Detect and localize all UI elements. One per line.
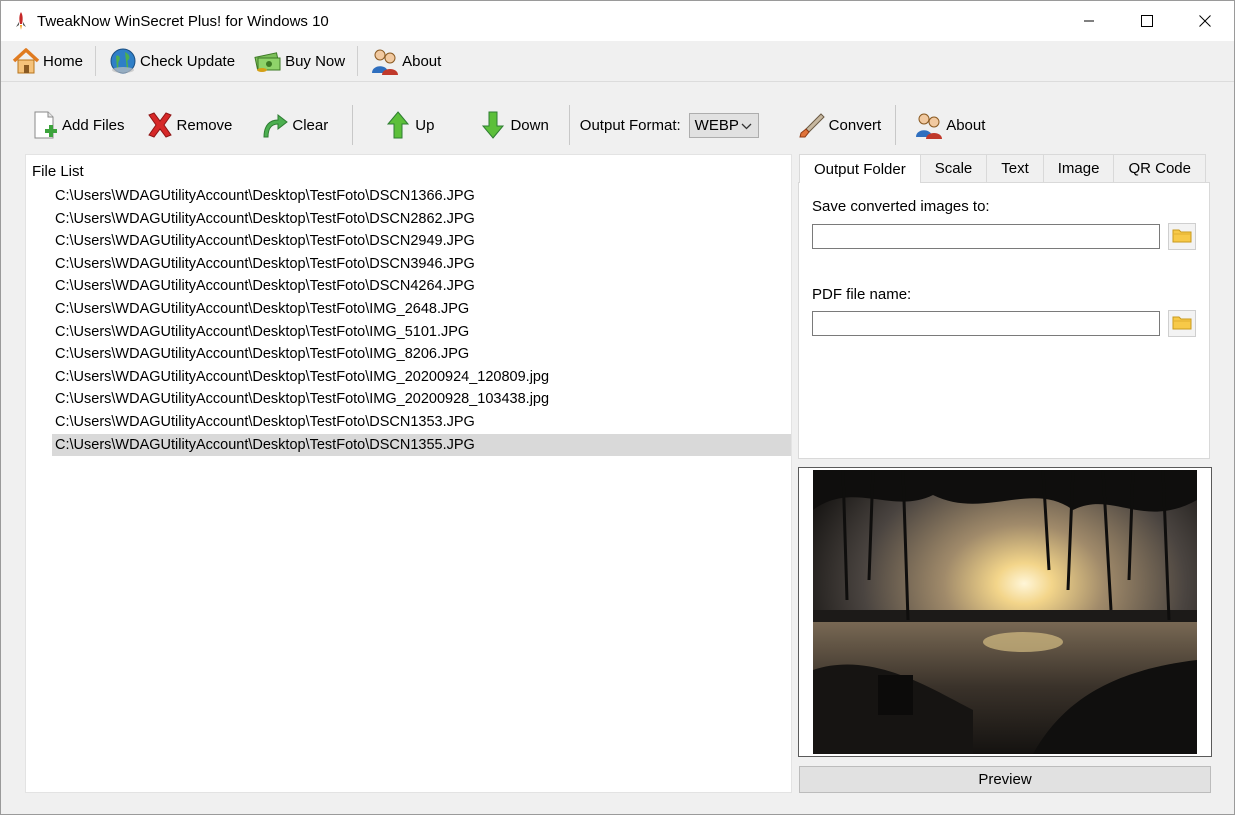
minimize-button[interactable] bbox=[1060, 1, 1118, 41]
clear-button[interactable]: Clear bbox=[260, 105, 328, 145]
add-file-icon bbox=[30, 109, 60, 141]
menu-home-label: Home bbox=[43, 52, 84, 70]
file-list-item[interactable]: C:\Users\WDAGUtilityAccount\Desktop\Test… bbox=[52, 208, 791, 231]
menu-check-update-button[interactable]: Check Update bbox=[102, 42, 241, 80]
home-icon bbox=[11, 46, 41, 76]
file-list-item[interactable]: C:\Users\WDAGUtilityAccount\Desktop\Test… bbox=[52, 366, 791, 389]
output-folder-panel: Save converted images to: PDF file name: bbox=[798, 182, 1210, 459]
file-list: C:\Users\WDAGUtilityAccount\Desktop\Test… bbox=[52, 185, 791, 457]
add-files-button[interactable]: Add Files bbox=[30, 105, 125, 145]
tab-output-folder[interactable]: Output Folder bbox=[799, 154, 921, 183]
window-controls bbox=[1060, 1, 1234, 41]
down-button[interactable]: Down bbox=[478, 105, 549, 145]
menu-about-label: About bbox=[402, 52, 442, 70]
file-list-item[interactable]: C:\Users\WDAGUtilityAccount\Desktop\Test… bbox=[52, 343, 791, 366]
remove-label: Remove bbox=[176, 116, 233, 134]
save-folder-input[interactable] bbox=[812, 224, 1160, 249]
arrow-down-icon bbox=[478, 109, 508, 141]
money-icon bbox=[253, 46, 283, 76]
main-menu-bar: Home Check Update Buy Now About bbox=[1, 41, 1234, 82]
app-window: TweakNow WinSecret Plus! for Windows 10 bbox=[0, 0, 1235, 815]
window-title: TweakNow WinSecret Plus! for Windows 10 bbox=[37, 12, 329, 30]
maximize-icon bbox=[1141, 15, 1153, 27]
arrow-up-icon bbox=[383, 109, 413, 141]
minimize-icon bbox=[1084, 20, 1094, 22]
file-list-item[interactable]: C:\Users\WDAGUtilityAccount\Desktop\Test… bbox=[52, 275, 791, 298]
file-list-item[interactable]: C:\Users\WDAGUtilityAccount\Desktop\Test… bbox=[52, 433, 791, 457]
file-list-item[interactable]: C:\Users\WDAGUtilityAccount\Desktop\Test… bbox=[52, 230, 791, 253]
toolbar-separator bbox=[568, 105, 570, 145]
folder-icon bbox=[1172, 227, 1192, 247]
output-format-label: Output Format: bbox=[579, 116, 681, 134]
settings-tabs: Output Folder Scale Text Image QR Code bbox=[799, 154, 1206, 183]
file-list-item[interactable]: C:\Users\WDAGUtilityAccount\Desktop\Test… bbox=[52, 388, 791, 411]
menu-about-button[interactable]: About bbox=[364, 42, 447, 80]
action-toolbar: Add Files Remove Clear Up Down Output Fo… bbox=[1, 97, 1234, 153]
clear-label: Clear bbox=[292, 116, 329, 134]
down-label: Down bbox=[510, 116, 549, 134]
remove-button[interactable]: Remove bbox=[145, 105, 233, 145]
users-icon bbox=[370, 46, 400, 76]
add-files-label: Add Files bbox=[62, 116, 125, 134]
file-list-header: File List bbox=[32, 163, 84, 180]
close-button[interactable] bbox=[1176, 1, 1234, 41]
convert-brush-icon bbox=[797, 109, 827, 141]
toolbar-separator bbox=[352, 105, 354, 145]
menu-check-update-label: Check Update bbox=[140, 52, 236, 70]
preview-button[interactable]: Preview bbox=[799, 766, 1211, 793]
menu-separator bbox=[357, 46, 359, 76]
convert-button[interactable]: Convert bbox=[797, 105, 882, 145]
output-format-select[interactable]: WEBP bbox=[688, 112, 759, 138]
preview-image bbox=[813, 470, 1197, 754]
file-list-item[interactable]: C:\Users\WDAGUtilityAccount\Desktop\Test… bbox=[52, 411, 791, 434]
menu-home-button[interactable]: Home bbox=[5, 42, 89, 80]
folder-icon bbox=[1172, 314, 1192, 334]
up-button[interactable]: Up bbox=[383, 105, 434, 145]
pdf-file-name-input[interactable] bbox=[812, 311, 1160, 336]
image-preview-frame bbox=[798, 467, 1212, 757]
browse-save-folder-button[interactable] bbox=[1168, 223, 1196, 250]
red-x-icon bbox=[145, 109, 175, 141]
close-icon bbox=[1199, 15, 1211, 27]
convert-label: Convert bbox=[828, 116, 882, 134]
file-list-panel[interactable]: File List C:\Users\WDAGUtilityAccount\De… bbox=[25, 154, 792, 793]
toolbar-about-button[interactable]: About bbox=[914, 105, 985, 145]
pdf-file-name-label: PDF file name: bbox=[812, 286, 912, 303]
chevron-down-icon bbox=[741, 117, 752, 134]
tab-text[interactable]: Text bbox=[986, 154, 1044, 182]
maximize-button[interactable] bbox=[1118, 1, 1176, 41]
browse-pdf-file-button[interactable] bbox=[1168, 310, 1196, 337]
file-list-item[interactable]: C:\Users\WDAGUtilityAccount\Desktop\Test… bbox=[52, 298, 791, 321]
tab-scale[interactable]: Scale bbox=[919, 154, 988, 182]
toolbar-about-label: About bbox=[946, 116, 986, 134]
menu-buy-now-button[interactable]: Buy Now bbox=[247, 42, 351, 80]
toolbar-separator bbox=[895, 105, 897, 145]
file-list-item[interactable]: C:\Users\WDAGUtilityAccount\Desktop\Test… bbox=[52, 253, 791, 276]
file-list-item[interactable]: C:\Users\WDAGUtilityAccount\Desktop\Test… bbox=[52, 321, 791, 344]
app-rocket-icon bbox=[13, 11, 29, 31]
output-format-value: WEBP bbox=[694, 116, 739, 134]
tab-image[interactable]: Image bbox=[1042, 154, 1115, 182]
tab-qr-code[interactable]: QR Code bbox=[1113, 154, 1206, 182]
globe-icon bbox=[108, 46, 138, 76]
save-folder-label: Save converted images to: bbox=[812, 198, 990, 215]
menu-separator bbox=[95, 46, 97, 76]
curved-arrow-icon bbox=[260, 109, 290, 141]
users-icon bbox=[914, 109, 944, 141]
up-label: Up bbox=[415, 116, 435, 134]
menu-buy-now-label: Buy Now bbox=[285, 52, 346, 70]
file-list-item[interactable]: C:\Users\WDAGUtilityAccount\Desktop\Test… bbox=[52, 185, 791, 208]
title-bar: TweakNow WinSecret Plus! for Windows 10 bbox=[1, 1, 1234, 41]
